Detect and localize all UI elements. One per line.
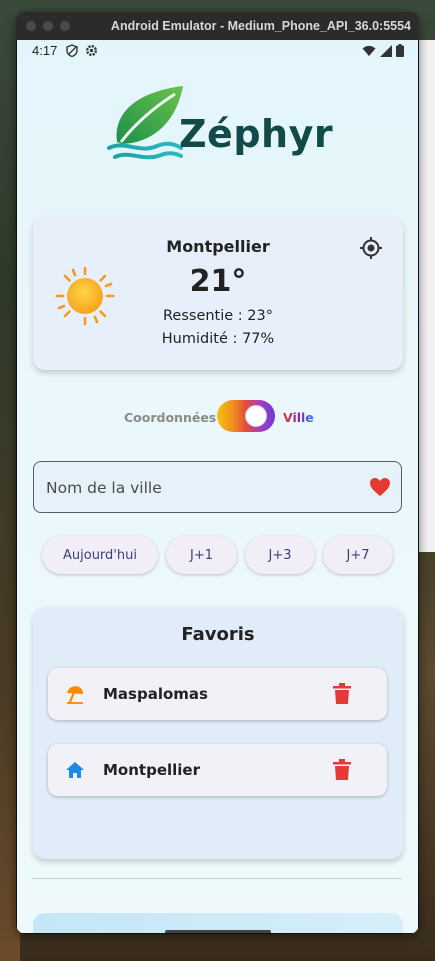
window-controls — [26, 21, 70, 31]
phone-screen: 4:17 Zéphyr Montpellier 21° Ressentie: … — [17, 40, 418, 933]
signal-icon — [380, 44, 392, 57]
city-name-input[interactable] — [44, 474, 348, 502]
wifi-icon — [362, 45, 376, 56]
settings-gear-icon — [85, 44, 98, 57]
current-weather-card: Montpellier 21° Ressentie : 23° Humidité… — [33, 216, 403, 370]
window-title: Android Emulator - Medium_Phone_API_36.0… — [110, 19, 411, 33]
maximize-window-button[interactable] — [60, 21, 70, 31]
chip-day-plus-3[interactable]: J+3 — [245, 536, 315, 574]
shield-icon — [66, 44, 78, 57]
status-bar: 4:17 — [17, 40, 418, 62]
search-mode-toggle-row: Coordonnées Ville — [17, 398, 418, 434]
background-window — [419, 40, 435, 552]
favorites-title: Favoris — [181, 624, 255, 645]
favorites-card: Favoris Maspalomas Montpellier — [33, 607, 403, 859]
delete-trash-icon[interactable] — [333, 683, 351, 705]
emulator-window: Android Emulator - Medium_Phone_API_36.0… — [16, 12, 419, 934]
close-window-button[interactable] — [26, 21, 36, 31]
humidity: Humidité : 77% — [161, 331, 275, 347]
section-divider — [32, 878, 402, 879]
chip-day-plus-7[interactable]: J+7 — [323, 536, 393, 574]
search-mode-switch[interactable] — [217, 400, 275, 432]
status-icons — [362, 44, 404, 57]
locate-me-icon[interactable] — [359, 236, 383, 260]
current-city: Montpellier — [166, 237, 270, 256]
chip-day-plus-1[interactable]: J+1 — [166, 536, 237, 574]
beach-umbrella-icon — [67, 686, 84, 704]
favorite-name: Montpellier — [103, 761, 200, 779]
switch-knob[interactable] — [245, 405, 267, 427]
favorite-item-maspalomas[interactable]: Maspalomas — [48, 668, 387, 720]
feels-like: Ressentie : 23° — [162, 308, 273, 324]
app-name: Zéphyr — [179, 112, 334, 156]
coordinates-mode-label[interactable]: Coordonnées — [124, 410, 216, 425]
home-icon — [66, 762, 84, 778]
favorite-item-montpellier[interactable]: Montpellier — [48, 744, 387, 796]
emulator-titlebar[interactable]: Android Emulator - Medium_Phone_API_36.0… — [16, 12, 419, 40]
status-time: 4:17 — [32, 43, 58, 58]
minimize-window-button[interactable] — [43, 21, 53, 31]
favorite-heart-icon[interactable] — [369, 477, 391, 497]
current-temperature: 21° — [189, 264, 247, 299]
favorite-name: Maspalomas — [103, 685, 208, 703]
city-mode-label[interactable]: Ville — [283, 410, 314, 425]
battery-icon — [396, 44, 404, 57]
chip-today[interactable]: Aujourd'hui — [42, 536, 158, 574]
gesture-nav-handle[interactable] — [165, 930, 271, 933]
city-search-field[interactable] — [33, 461, 402, 513]
delete-trash-icon[interactable] — [333, 759, 351, 781]
